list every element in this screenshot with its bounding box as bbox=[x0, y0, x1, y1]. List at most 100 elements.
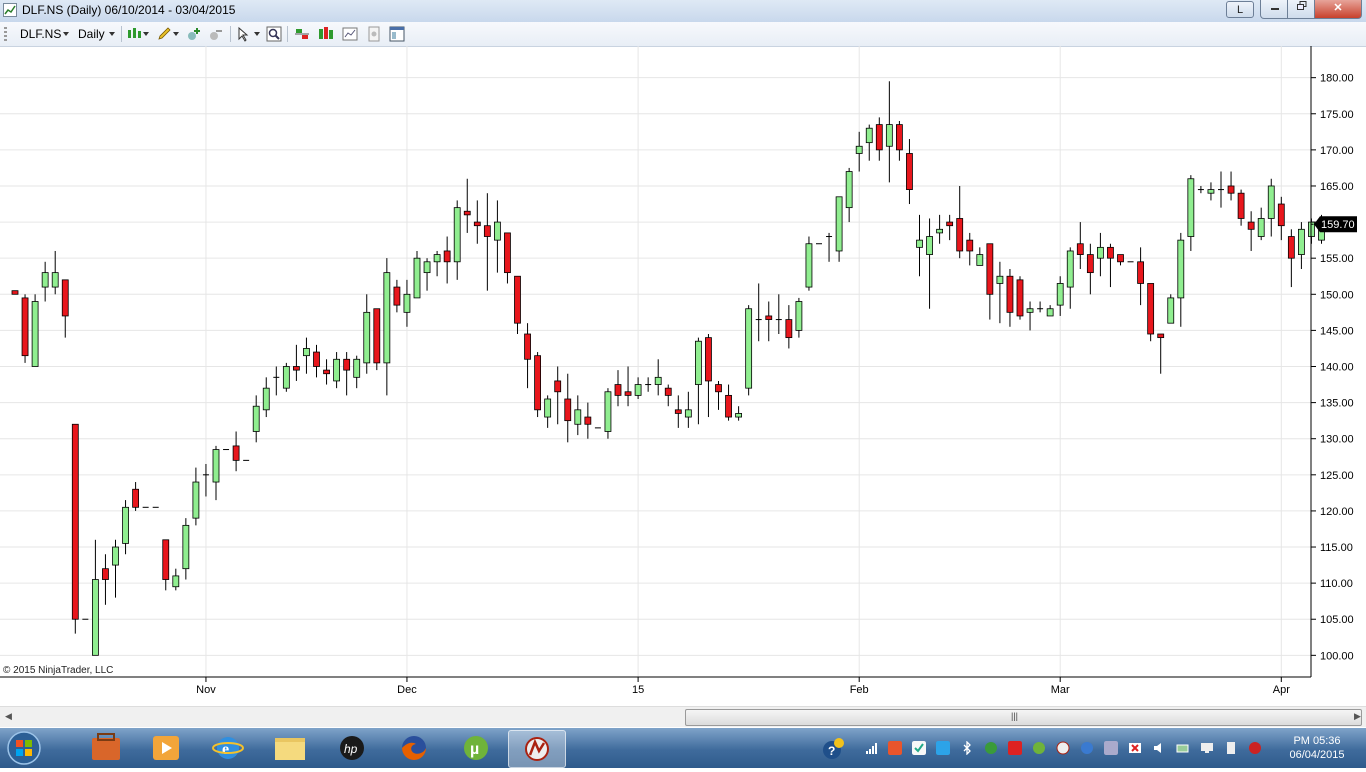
candle bbox=[695, 337, 702, 425]
close-button[interactable]: ✕ bbox=[1314, 0, 1362, 19]
strategies-icon[interactable] bbox=[318, 26, 334, 42]
candle-body bbox=[976, 254, 984, 266]
action-center-icon[interactable] bbox=[1128, 741, 1142, 755]
orange-tray-icon[interactable] bbox=[888, 741, 902, 755]
system-clock[interactable]: PM 05:36 06/04/2015 bbox=[1272, 734, 1362, 762]
candle bbox=[554, 366, 562, 425]
candle-body bbox=[855, 145, 863, 154]
network-tray-icon[interactable] bbox=[936, 741, 950, 755]
volume-icon[interactable] bbox=[1152, 741, 1166, 755]
utorrent-tray-icon[interactable] bbox=[1032, 741, 1046, 755]
chevron-down-icon[interactable] bbox=[62, 30, 70, 38]
price-chart[interactable]: 100.00 105.00 110.00 115.00 120.00 125.00 130.… bbox=[0, 46, 1366, 706]
file-explorer-icon[interactable] bbox=[262, 730, 318, 766]
price-tick-label: 155.00 bbox=[1320, 253, 1354, 265]
hp-icon[interactable]: hp bbox=[324, 730, 380, 766]
chevron-down-icon[interactable] bbox=[172, 30, 180, 38]
price-tick-label: 135.00 bbox=[1320, 398, 1354, 410]
remove-indicator-icon[interactable] bbox=[208, 26, 224, 42]
firefox-icon[interactable] bbox=[386, 730, 442, 766]
chevron-down-icon[interactable] bbox=[253, 30, 261, 38]
price-tick-label: 130.00 bbox=[1320, 434, 1354, 446]
chevron-down-icon[interactable] bbox=[142, 30, 150, 38]
scrollbar-thumb[interactable]: ||| bbox=[685, 709, 1362, 726]
ninjatrader-tray-icon[interactable] bbox=[1056, 741, 1070, 755]
candle bbox=[775, 294, 782, 335]
candle-body bbox=[132, 488, 140, 508]
toolbar-grip[interactable] bbox=[4, 27, 7, 41]
display-tray-icon[interactable] bbox=[1200, 741, 1214, 755]
time-axis[interactable]: Nov Dec 15 Feb Mar Apr bbox=[0, 676, 1311, 696]
maximize-button[interactable] bbox=[1287, 0, 1316, 19]
instrument-selector[interactable]: DLF.NS bbox=[20, 27, 61, 41]
candle-body bbox=[1167, 297, 1175, 324]
candle-body bbox=[745, 308, 753, 389]
usb-tray-icon[interactable] bbox=[1224, 741, 1238, 755]
candle bbox=[393, 279, 401, 313]
price-tick-label: 100.00 bbox=[1320, 650, 1354, 662]
chevron-down-icon[interactable] bbox=[108, 30, 116, 38]
candle bbox=[875, 117, 883, 161]
power-tray-icon[interactable] bbox=[1248, 741, 1262, 755]
candle bbox=[986, 243, 994, 320]
candle bbox=[1037, 301, 1044, 313]
chart-style-candlestick-icon[interactable] bbox=[126, 26, 142, 42]
signal-bars-icon[interactable] bbox=[865, 741, 879, 755]
candle-body bbox=[172, 575, 180, 588]
candle bbox=[1016, 276, 1024, 320]
snapshot-icon[interactable] bbox=[366, 26, 382, 42]
candle bbox=[1277, 196, 1285, 241]
toolbox-icon[interactable] bbox=[78, 730, 134, 766]
chart-trader-icon[interactable] bbox=[294, 26, 310, 42]
candle-body bbox=[433, 254, 441, 263]
candle bbox=[1207, 182, 1215, 201]
candle bbox=[544, 395, 552, 428]
internet-explorer-icon[interactable]: e bbox=[200, 730, 256, 766]
start-button[interactable] bbox=[4, 729, 44, 767]
properties-icon[interactable] bbox=[389, 26, 405, 42]
price-tick-label: 165.00 bbox=[1320, 181, 1354, 193]
candle-body bbox=[1097, 246, 1104, 259]
drawing-pencil-icon[interactable] bbox=[156, 26, 172, 42]
candle-body bbox=[443, 250, 451, 263]
help-icon[interactable]: ? bbox=[822, 738, 844, 760]
candle-body bbox=[654, 376, 662, 385]
scroll-left-icon[interactable]: ◀ bbox=[5, 711, 12, 722]
zoom-icon[interactable] bbox=[266, 26, 282, 42]
restore-icon bbox=[1296, 1, 1306, 10]
candle bbox=[1026, 301, 1034, 331]
battery-icon[interactable] bbox=[1176, 741, 1190, 755]
candle-body bbox=[1086, 254, 1094, 274]
data-box-icon[interactable] bbox=[342, 26, 358, 42]
bluetooth-icon[interactable] bbox=[960, 741, 974, 755]
candle bbox=[855, 131, 863, 172]
candle-body bbox=[383, 272, 391, 364]
media-player-icon[interactable] bbox=[138, 730, 194, 766]
candle-body bbox=[262, 387, 270, 411]
candle-body bbox=[61, 279, 69, 317]
devices-tray-icon[interactable] bbox=[1104, 741, 1118, 755]
candle-body bbox=[785, 319, 793, 339]
chart-toolbar: DLF.NS Daily bbox=[0, 22, 1366, 47]
candle bbox=[1157, 333, 1165, 374]
price-tick-label: 180.00 bbox=[1320, 73, 1354, 85]
interval-selector[interactable]: Daily bbox=[78, 27, 105, 41]
network-adapter-icon[interactable] bbox=[1080, 741, 1094, 755]
price-axis[interactable]: 100.00 105.00 110.00 115.00 120.00 125.00 130.… bbox=[1310, 46, 1354, 677]
minimize-button[interactable] bbox=[1260, 0, 1289, 19]
red-tray-icon[interactable] bbox=[1008, 741, 1022, 755]
horizontal-scrollbar[interactable]: ◀ ||| ▶ bbox=[0, 706, 1366, 727]
security-tray-icon[interactable] bbox=[912, 741, 926, 755]
add-indicator-icon[interactable] bbox=[186, 26, 202, 42]
utorrent-icon[interactable]: µ bbox=[448, 730, 504, 766]
scroll-right-icon[interactable]: ▶ bbox=[1354, 711, 1361, 722]
layout-button[interactable]: L bbox=[1226, 1, 1254, 18]
window-titlebar[interactable]: DLF.NS (Daily) 06/10/2014 - 03/04/2015 L… bbox=[0, 0, 1366, 23]
candle-body bbox=[715, 384, 722, 393]
candle bbox=[936, 214, 943, 244]
candle-body bbox=[162, 539, 170, 580]
ninjatrader-task[interactable] bbox=[508, 730, 566, 768]
cursor-pointer-icon[interactable] bbox=[236, 26, 252, 42]
green-globe-tray-icon[interactable] bbox=[984, 741, 998, 755]
candle bbox=[463, 178, 471, 233]
